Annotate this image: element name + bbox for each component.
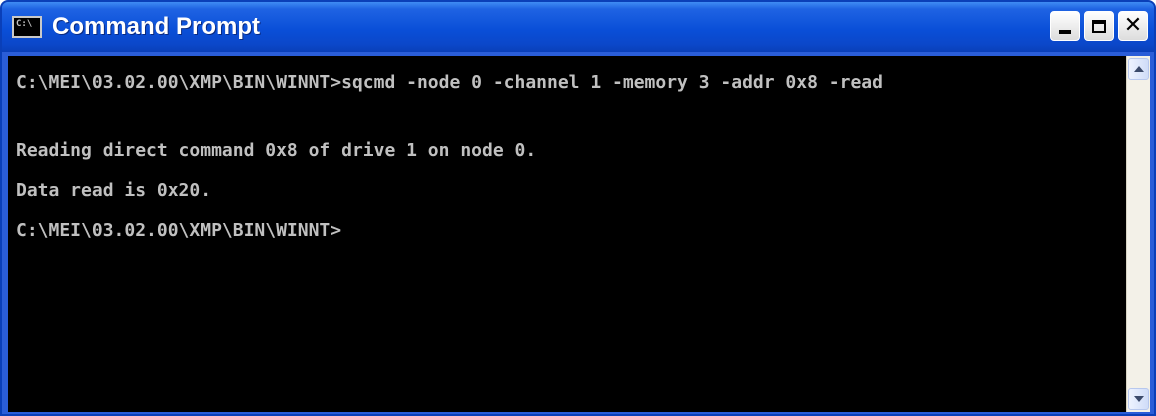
console-line-prompt: C:\MEI\03.02.00\XMP\BIN\WINNT> — [16, 220, 342, 241]
window-title: Command Prompt — [52, 13, 261, 40]
scroll-down-button[interactable] — [1128, 388, 1149, 410]
minimize-icon — [1059, 30, 1071, 34]
close-icon: ✕ — [1123, 13, 1143, 38]
console-line-reading: Reading direct command 0x8 of drive 1 on… — [16, 140, 537, 161]
scroll-thumb[interactable] — [1128, 82, 1149, 92]
console-line-data: Data read is 0x20. — [16, 180, 212, 201]
maximize-button[interactable] — [1084, 11, 1114, 41]
vertical-scrollbar[interactable] — [1126, 56, 1150, 412]
window-controls: ✕ — [1050, 11, 1148, 41]
command-prompt-window: C:\ Command Prompt ✕ C:\MEI\03.02.00\XMP… — [0, 0, 1156, 416]
console-line-command: C:\MEI\03.02.00\XMP\BIN\WINNT>sqcmd -nod… — [16, 72, 883, 93]
close-button[interactable]: ✕ — [1118, 11, 1148, 41]
title-bar[interactable]: C:\ Command Prompt ✕ — [2, 2, 1154, 52]
app-icon-label: C:\ — [16, 19, 33, 29]
minimize-button[interactable] — [1050, 11, 1080, 41]
console-output[interactable]: C:\MEI\03.02.00\XMP\BIN\WINNT>sqcmd -nod… — [8, 56, 1126, 412]
maximize-icon — [1092, 19, 1106, 33]
console-app-icon[interactable]: C:\ — [12, 16, 42, 38]
chevron-down-icon — [1133, 396, 1144, 402]
scroll-up-button[interactable] — [1128, 58, 1149, 80]
chevron-up-icon — [1133, 66, 1144, 72]
